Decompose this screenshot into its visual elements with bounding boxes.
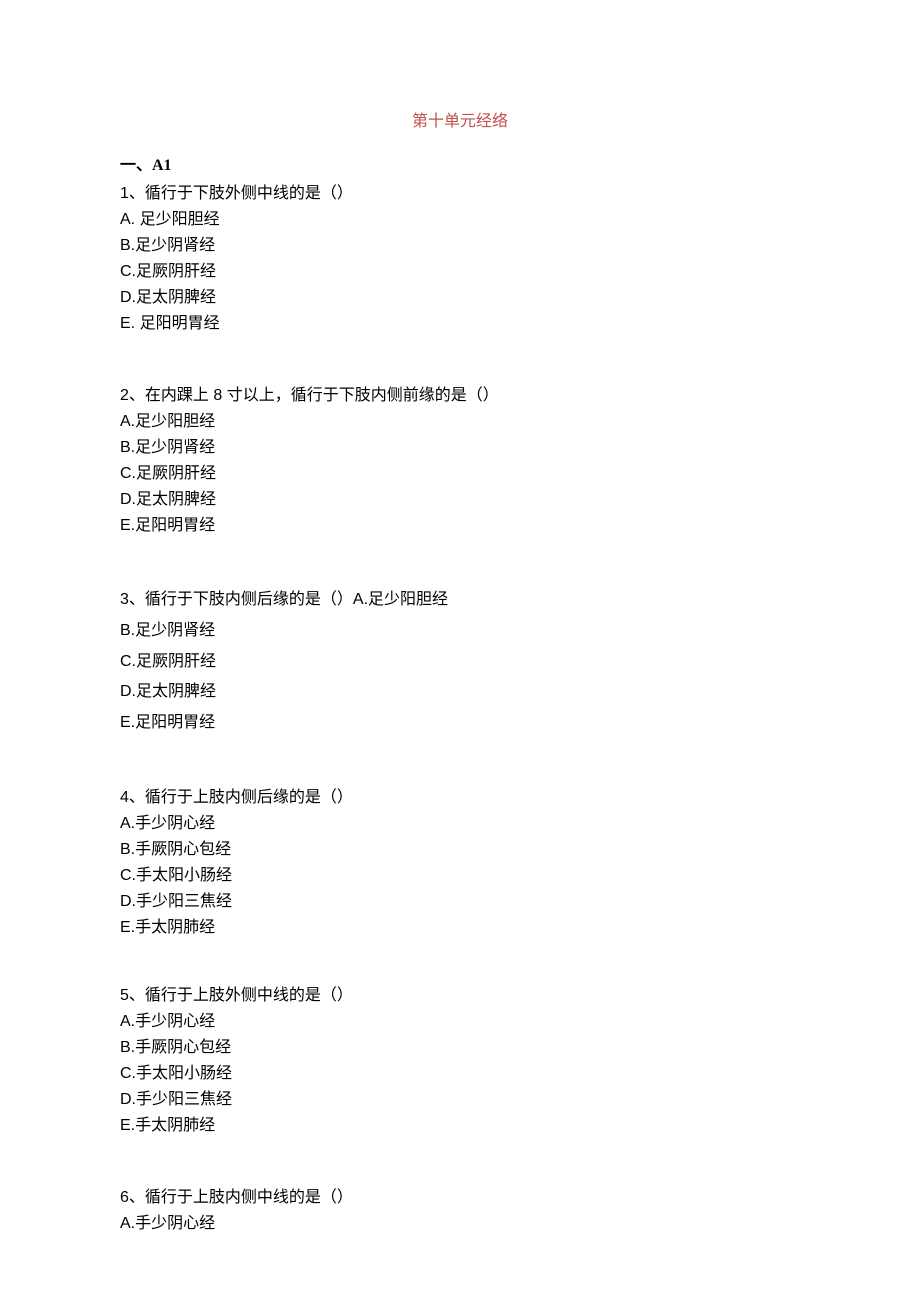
option-d: D.足太阴脾经 (120, 678, 800, 707)
question-stem: 4、循行于上肢内侧后缘的是（） (120, 786, 800, 810)
option-b: B.足少阴肾经 (120, 436, 800, 460)
question-stem: 6、循行于上肢内侧中线的是（） (120, 1186, 800, 1210)
section-label: 一、A1 (120, 154, 800, 178)
question-4: 4、循行于上肢内侧后缘的是（） A.手少阴心经 B.手厥阴心包经 C.手太阳小肠… (120, 786, 800, 940)
option-c: C.足厥阴肝经 (120, 648, 800, 677)
question-2: 2、在内踝上 8 寸以上，循行于下肢内侧前缘的是（） A.足少阳胆经 B.足少阴… (120, 384, 800, 538)
question-stem-line: 3、循行于下肢内侧后缘的是（）A.足少阳胆经 (120, 586, 800, 615)
option-d: D.足太阴脾经 (120, 286, 800, 310)
option-c: C.足厥阴肝经 (120, 462, 800, 486)
option-b: B.足少阴肾经 (120, 617, 800, 646)
option-e: E. 足阳明胃经 (120, 312, 800, 336)
question-stem: 5、循行于上肢外侧中线的是（） (120, 984, 800, 1008)
option-d: D.手少阳三焦经 (120, 890, 800, 914)
question-3: 3、循行于下肢内侧后缘的是（）A.足少阳胆经 B.足少阴肾经 C.足厥阴肝经 D… (120, 586, 800, 738)
option-b: B.足少阴肾经 (120, 234, 800, 258)
question-stem: 3、循行于下肢内侧后缘的是（） (120, 591, 353, 608)
option-a: A.足少阳胆经 (353, 591, 448, 608)
option-e: E.足阳明胃经 (120, 709, 800, 738)
option-a: A.手少阴心经 (120, 1212, 800, 1236)
option-e: E.手太阴肺经 (120, 916, 800, 940)
option-c: C.足厥阴肝经 (120, 260, 800, 284)
question-1: 1、循行于下肢外侧中线的是（） A. 足少阳胆经 B.足少阴肾经 C.足厥阴肝经… (120, 182, 800, 336)
option-a: A.手少阴心经 (120, 812, 800, 836)
option-e: E.足阳明胃经 (120, 514, 800, 538)
option-d: D.足太阴脾经 (120, 488, 800, 512)
question-6: 6、循行于上肢内侧中线的是（） A.手少阴心经 (120, 1186, 800, 1236)
question-5: 5、循行于上肢外侧中线的是（） A.手少阴心经 B.手厥阴心包经 C.手太阳小肠… (120, 984, 800, 1138)
document-title: 第十单元经络 (120, 110, 800, 134)
option-c: C.手太阳小肠经 (120, 864, 800, 888)
question-stem: 2、在内踝上 8 寸以上，循行于下肢内侧前缘的是（） (120, 384, 800, 408)
option-a: A.足少阳胆经 (120, 410, 800, 434)
option-e: E.手太阴肺经 (120, 1114, 800, 1138)
option-b: B.手厥阴心包经 (120, 838, 800, 862)
option-a: A.手少阴心经 (120, 1010, 800, 1034)
option-c: C.手太阳小肠经 (120, 1062, 800, 1086)
option-d: D.手少阳三焦经 (120, 1088, 800, 1112)
option-b: B.手厥阴心包经 (120, 1036, 800, 1060)
option-a: A. 足少阳胆经 (120, 208, 800, 232)
document-page: 第十单元经络 一、A1 1、循行于下肢外侧中线的是（） A. 足少阳胆经 B.足… (0, 0, 920, 1278)
question-stem: 1、循行于下肢外侧中线的是（） (120, 182, 800, 206)
